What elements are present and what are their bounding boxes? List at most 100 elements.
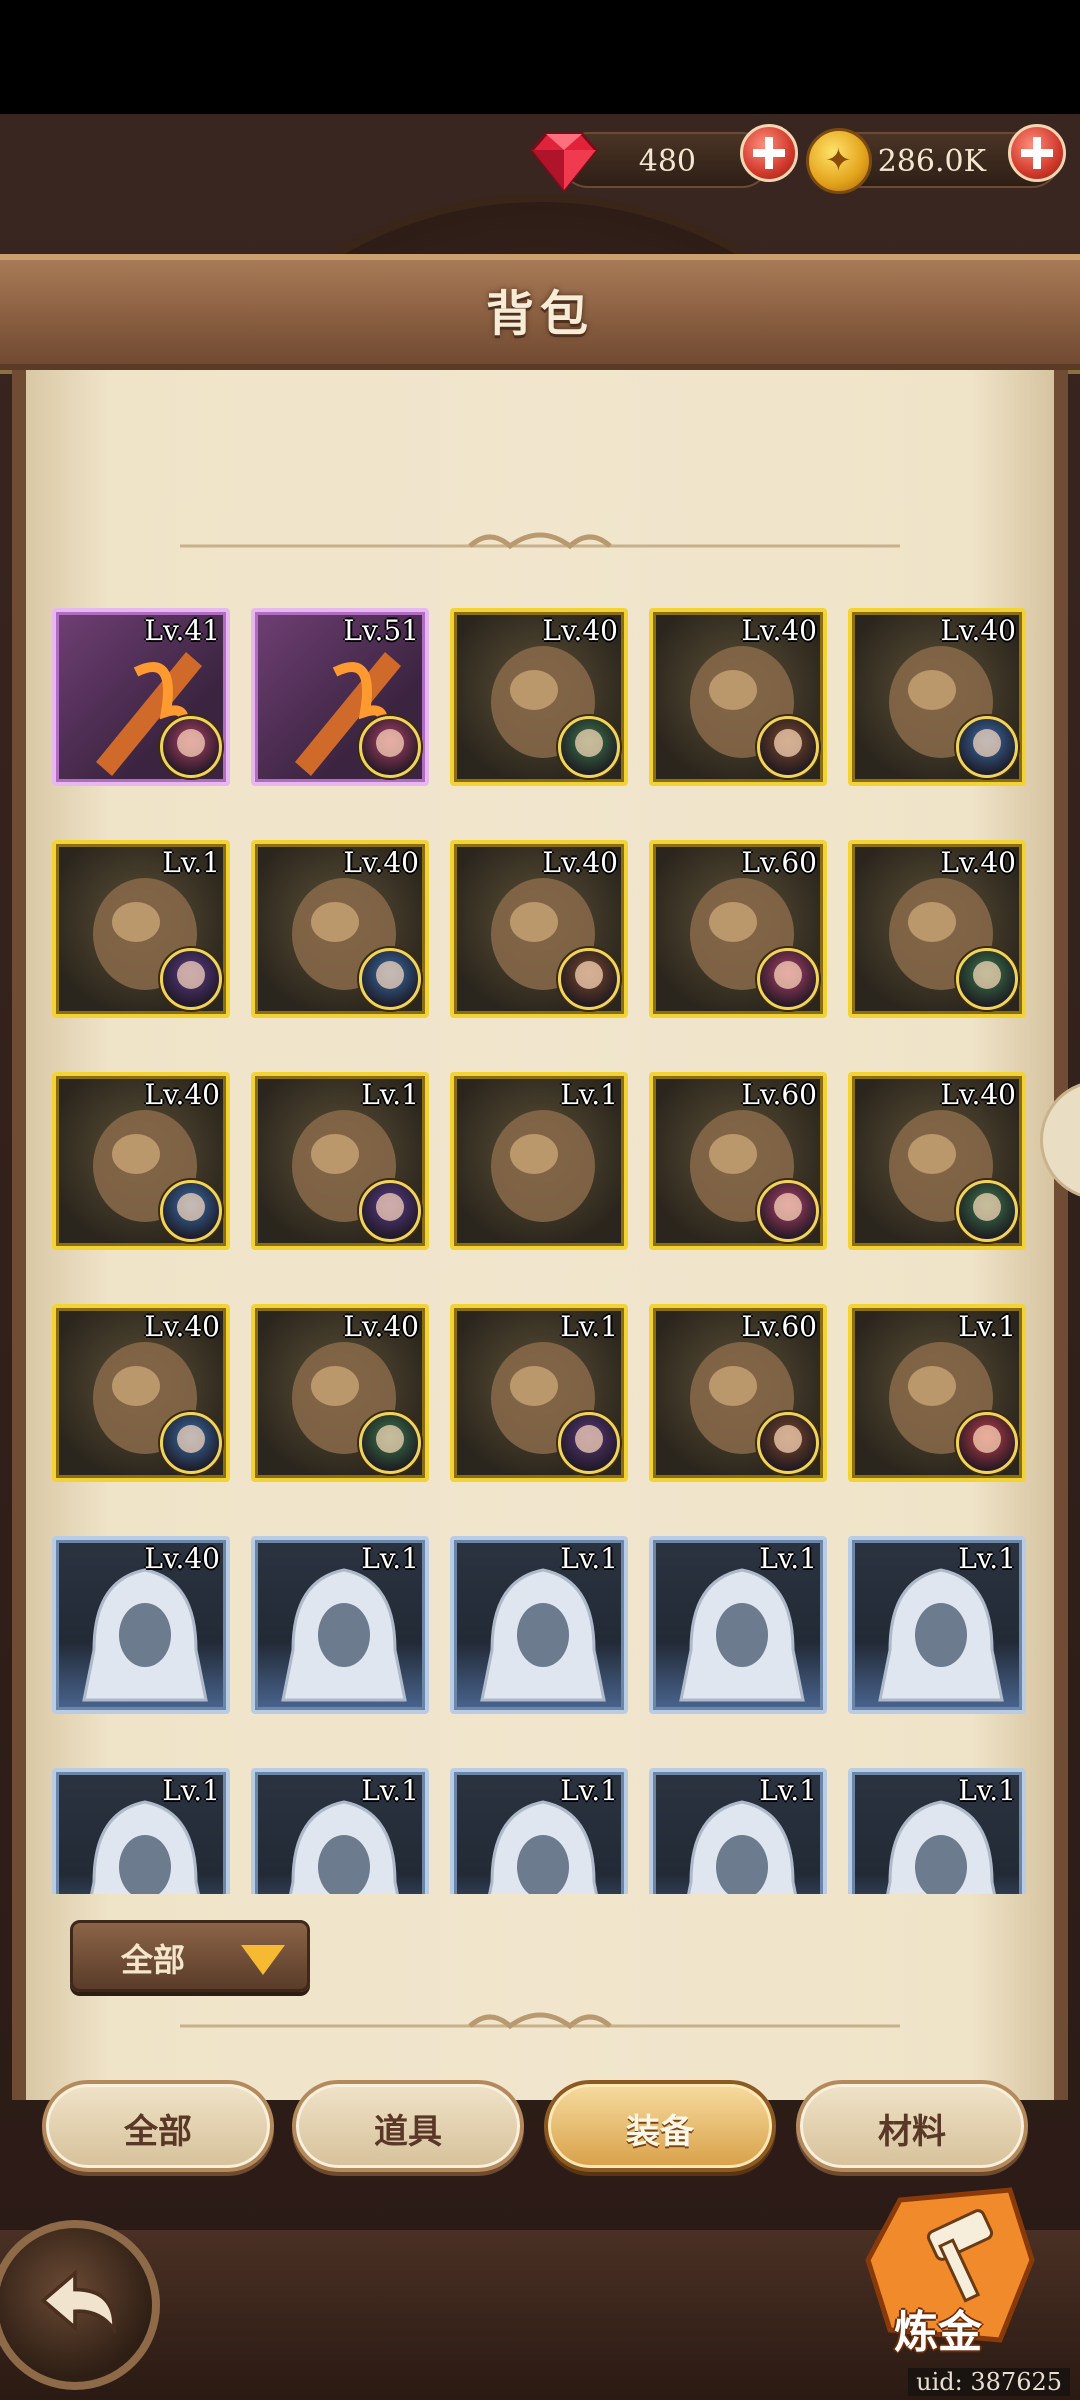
equipped-hero-avatar bbox=[956, 948, 1018, 1010]
gem-amount: 480 bbox=[638, 144, 696, 179]
item-level: Lv.40 bbox=[343, 846, 419, 879]
gold-coin-icon bbox=[806, 128, 872, 194]
title-board: 背包 bbox=[0, 254, 1080, 370]
inventory-slot[interactable]: Lv.40 bbox=[251, 1304, 429, 1482]
inventory-slot[interactable]: Lv.60 bbox=[649, 1072, 827, 1250]
item-level: Lv.1 bbox=[958, 1774, 1016, 1807]
equipped-hero-avatar bbox=[359, 1412, 421, 1474]
dropdown-arrow-icon bbox=[241, 1945, 285, 1975]
item-level: Lv.40 bbox=[940, 614, 1016, 647]
item-level: Lv.41 bbox=[144, 614, 220, 647]
equipped-hero-avatar bbox=[558, 1412, 620, 1474]
back-button[interactable] bbox=[0, 2220, 160, 2390]
add-gold-button[interactable] bbox=[1008, 124, 1066, 182]
tab-materials[interactable]: 材料 bbox=[796, 2080, 1028, 2172]
category-filter-dropdown[interactable]: 全部 bbox=[70, 1920, 310, 1992]
inventory-slot[interactable]: Lv.41 bbox=[52, 608, 230, 786]
ornament-divider-bottom bbox=[180, 2012, 900, 2030]
equipped-hero-avatar bbox=[757, 948, 819, 1010]
equipped-hero-avatar bbox=[359, 1180, 421, 1242]
inventory-slot[interactable]: Lv.1 bbox=[52, 1768, 230, 1894]
item-level: Lv.60 bbox=[741, 1078, 817, 1111]
inventory-slot[interactable]: Lv.40 bbox=[450, 608, 628, 786]
equipped-hero-avatar bbox=[558, 948, 620, 1010]
tab-equipment[interactable]: 装备 bbox=[544, 2080, 776, 2172]
inventory-slot[interactable]: Lv.60 bbox=[649, 840, 827, 1018]
item-level: Lv.40 bbox=[144, 1078, 220, 1111]
equipped-hero-avatar bbox=[359, 948, 421, 1010]
gold-amount: 286.0K bbox=[877, 144, 986, 179]
equipped-hero-avatar bbox=[956, 716, 1018, 778]
tab-items-label: 道具 bbox=[374, 2112, 442, 2152]
inventory-slot[interactable]: Lv.40 bbox=[450, 840, 628, 1018]
equipped-hero-avatar bbox=[160, 948, 222, 1010]
tab-all-label: 全部 bbox=[124, 2112, 192, 2152]
inventory-slot[interactable]: Lv.40 bbox=[52, 1536, 230, 1714]
inventory-slot[interactable]: Lv.1 bbox=[450, 1072, 628, 1250]
add-gems-button[interactable] bbox=[740, 124, 798, 182]
inventory-slot[interactable]: Lv.1 bbox=[450, 1536, 628, 1714]
item-level: Lv.1 bbox=[560, 1542, 618, 1575]
item-level: Lv.40 bbox=[144, 1542, 220, 1575]
inventory-slot[interactable]: Lv.51 bbox=[251, 608, 429, 786]
item-level: Lv.40 bbox=[144, 1310, 220, 1343]
item-level: Lv.1 bbox=[958, 1310, 1016, 1343]
equipped-hero-avatar bbox=[956, 1180, 1018, 1242]
item-level: Lv.40 bbox=[741, 614, 817, 647]
item-level: Lv.51 bbox=[343, 614, 419, 647]
equipped-hero-avatar bbox=[160, 1412, 222, 1474]
inventory-slot[interactable]: Lv.1 bbox=[450, 1768, 628, 1894]
inventory-slot[interactable]: Lv.1 bbox=[649, 1768, 827, 1894]
item-level: Lv.60 bbox=[741, 1310, 817, 1343]
item-level: Lv.1 bbox=[560, 1310, 618, 1343]
item-level: Lv.1 bbox=[560, 1774, 618, 1807]
ruby-gem-icon bbox=[530, 132, 598, 193]
item-level: Lv.1 bbox=[759, 1774, 817, 1807]
tab-materials-label: 材料 bbox=[878, 2112, 946, 2152]
item-level: Lv.1 bbox=[162, 1774, 220, 1807]
inventory-grid: Lv.41 Lv.51 Lv.40 Lv.40 Lv.40 Lv.1 Lv.40 Lv.40 L… bbox=[52, 608, 1032, 1894]
inventory-slot[interactable]: Lv.60 bbox=[649, 1304, 827, 1482]
item-level: Lv.40 bbox=[940, 1078, 1016, 1111]
page-title: 背包 bbox=[485, 286, 594, 342]
equipped-hero-avatar bbox=[956, 1412, 1018, 1474]
item-level: Lv.40 bbox=[343, 1310, 419, 1343]
inventory-slot[interactable]: Lv.1 bbox=[649, 1536, 827, 1714]
item-level: Lv.1 bbox=[361, 1078, 419, 1111]
inventory-slot[interactable]: Lv.1 bbox=[848, 1768, 1026, 1894]
ornament-divider-top bbox=[180, 532, 900, 550]
inventory-slot[interactable]: Lv.40 bbox=[52, 1072, 230, 1250]
item-level: Lv.40 bbox=[940, 846, 1016, 879]
item-level: Lv.1 bbox=[162, 846, 220, 879]
alchemy-button[interactable]: 炼金 bbox=[860, 2180, 1040, 2360]
item-level: Lv.1 bbox=[958, 1542, 1016, 1575]
item-level: Lv.1 bbox=[361, 1774, 419, 1807]
tab-all[interactable]: 全部 bbox=[42, 2080, 274, 2172]
tab-items[interactable]: 道具 bbox=[292, 2080, 524, 2172]
equipped-hero-avatar bbox=[757, 716, 819, 778]
inventory-slot[interactable]: Lv.1 bbox=[251, 1072, 429, 1250]
inventory-slot[interactable]: Lv.1 bbox=[848, 1304, 1026, 1482]
equipped-hero-avatar bbox=[757, 1180, 819, 1242]
equipped-hero-avatar bbox=[558, 716, 620, 778]
inventory-slot[interactable]: Lv.1 bbox=[251, 1536, 429, 1714]
equipped-hero-avatar bbox=[160, 1180, 222, 1242]
item-level: Lv.1 bbox=[361, 1542, 419, 1575]
item-level: Lv.1 bbox=[560, 1078, 618, 1111]
inventory-slot[interactable]: Lv.40 bbox=[649, 608, 827, 786]
inventory-slot[interactable]: Lv.1 bbox=[450, 1304, 628, 1482]
inventory-slot[interactable]: Lv.1 bbox=[251, 1768, 429, 1894]
inventory-slot[interactable]: Lv.40 bbox=[52, 1304, 230, 1482]
inventory-slot[interactable]: Lv.40 bbox=[848, 1072, 1026, 1250]
item-level: Lv.1 bbox=[759, 1542, 817, 1575]
equipped-hero-avatar bbox=[160, 716, 222, 778]
filter-label: 全部 bbox=[121, 1941, 186, 1979]
inventory-slot[interactable]: Lv.40 bbox=[848, 608, 1026, 786]
inventory-slot[interactable]: Lv.40 bbox=[848, 840, 1026, 1018]
inventory-slot[interactable]: Lv.1 bbox=[848, 1536, 1026, 1714]
item-level: Lv.40 bbox=[542, 614, 618, 647]
status-bar bbox=[0, 0, 1080, 114]
inventory-slot[interactable]: Lv.1 bbox=[52, 840, 230, 1018]
user-id: uid: 387625 bbox=[908, 2368, 1070, 2396]
inventory-slot[interactable]: Lv.40 bbox=[251, 840, 429, 1018]
